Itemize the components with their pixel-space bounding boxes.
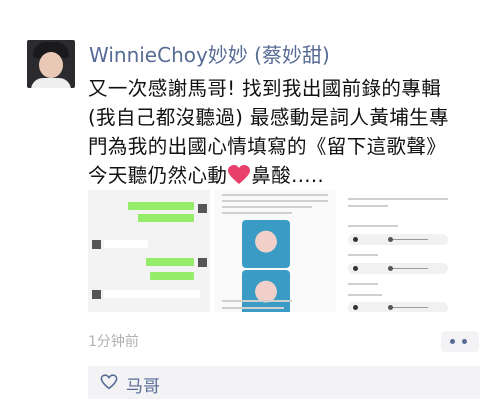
avatar-shirt — [31, 78, 71, 88]
username[interactable]: WinnieChoy妙妙 (蔡妙甜) — [89, 39, 330, 68]
avatar[interactable] — [27, 40, 75, 88]
post-text-line: (我自己都沒聽過) 最感動是詞人黃埔生專 — [88, 106, 449, 129]
progress-knob — [388, 266, 393, 271]
chat-avatar — [198, 258, 207, 267]
post-text: 又一次感謝馬哥! 找到我出國前錄的專輯 (我自己都沒聽過) 最感動是詞人黃埔生專… — [88, 74, 478, 190]
text-line — [348, 205, 388, 207]
image-thumbnail-chat[interactable] — [88, 190, 210, 312]
heart-icon — [228, 165, 251, 184]
text-line — [222, 307, 284, 309]
like-user-name[interactable]: 马哥 — [126, 372, 160, 397]
play-icon — [353, 237, 358, 242]
chat-avatar — [198, 204, 207, 213]
chat-bubble — [128, 202, 194, 210]
progress-knob — [388, 305, 393, 310]
post-timestamp: 1分钟前 — [88, 334, 139, 350]
audio-player[interactable] — [348, 234, 448, 245]
chat-bubble — [150, 272, 194, 280]
text-line — [348, 294, 382, 296]
album-cover — [242, 270, 290, 312]
chat-bubble — [104, 290, 200, 298]
progress-bar — [388, 239, 428, 240]
chat-bubble — [138, 214, 194, 222]
text-line — [222, 200, 328, 202]
more-dots-icon — [450, 339, 455, 344]
avatar-face — [39, 52, 63, 78]
text-line — [348, 283, 378, 285]
play-icon — [353, 266, 358, 271]
image-thumbnail-album[interactable] — [214, 190, 336, 312]
audio-player[interactable] — [348, 263, 448, 274]
text-line — [222, 300, 292, 302]
chat-avatar — [92, 240, 101, 249]
progress-bar — [388, 268, 428, 269]
more-dots-icon — [462, 339, 467, 344]
post-text-segment: 今天聽仍然心動 — [88, 164, 228, 187]
likes-panel: 马哥 — [88, 366, 480, 399]
text-line — [348, 225, 398, 227]
progress-knob — [388, 237, 393, 242]
text-line — [222, 194, 328, 196]
image-thumbnail-playlist[interactable] — [340, 190, 462, 312]
text-line — [348, 254, 378, 256]
chat-avatar — [92, 290, 101, 299]
text-line — [348, 198, 448, 200]
text-line — [222, 206, 312, 208]
progress-bar — [388, 307, 428, 308]
text-line — [222, 212, 292, 214]
heart-outline-icon — [100, 374, 118, 390]
post-text-segment: 鼻酸..... — [251, 164, 325, 187]
audio-player[interactable] — [348, 302, 448, 312]
more-button[interactable] — [441, 331, 479, 352]
post-text-line: 今天聽仍然心動 鼻酸..... — [88, 161, 478, 190]
play-icon — [353, 305, 358, 310]
chat-bubble — [146, 258, 194, 266]
post-text-line: 門為我的出國心情填寫的《留下這歌聲》 — [88, 135, 447, 158]
album-cover — [242, 220, 290, 268]
chat-bubble — [104, 240, 148, 248]
post-text-line: 又一次感謝馬哥! 找到我出國前錄的專輯 — [88, 77, 442, 100]
